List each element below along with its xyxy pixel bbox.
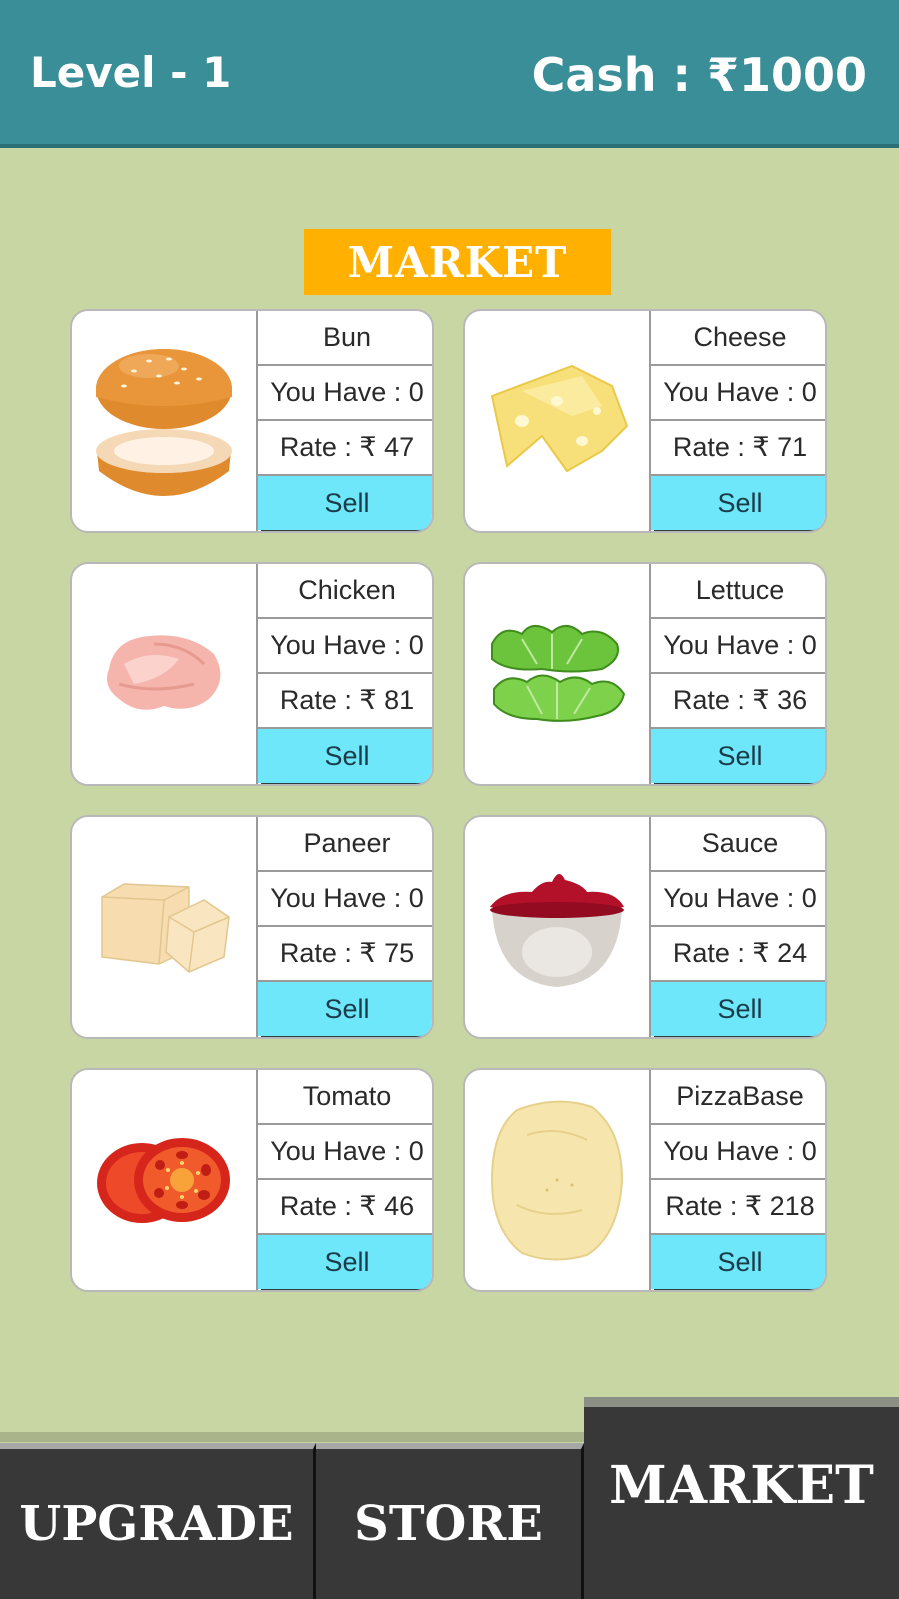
sell-button[interactable]: Sell: [651, 476, 825, 530]
tab-market[interactable]: MARKET: [584, 1397, 899, 1599]
market-item-chicken: Chicken You Have : 0 Rate : ₹ 81 Sell: [70, 562, 434, 786]
pizzabase-icon: [465, 1070, 649, 1290]
sell-button[interactable]: Sell: [651, 729, 825, 783]
item-name: Lettuce: [651, 564, 825, 619]
item-rate: Rate : ₹ 71: [651, 421, 825, 476]
market-item-sauce: Sauce You Have : 0 Rate : ₹ 24 Sell: [463, 815, 827, 1039]
item-rate: Rate : ₹ 218: [651, 1180, 825, 1235]
item-name: Paneer: [258, 817, 432, 872]
item-name: Bun: [258, 311, 432, 366]
level-label: Level - 1: [30, 48, 232, 97]
item-rate: Rate : ₹ 47: [258, 421, 432, 476]
market-item-tomato: Tomato You Have : 0 Rate : ₹ 46 Sell: [70, 1068, 434, 1292]
item-quantity: You Have : 0: [651, 872, 825, 927]
sell-button[interactable]: Sell: [258, 476, 432, 530]
sauce-icon: [465, 817, 649, 1037]
market-item-pizzabase: PizzaBase You Have : 0 Rate : ₹ 218 Sell: [463, 1068, 827, 1292]
tab-store[interactable]: STORE: [316, 1443, 584, 1599]
chicken-icon: [72, 564, 256, 784]
item-rate: Rate : ₹ 24: [651, 927, 825, 982]
market-item-lettuce: Lettuce You Have : 0 Rate : ₹ 36 Sell: [463, 562, 827, 786]
market-title: MARKET: [304, 229, 611, 295]
sell-button[interactable]: Sell: [651, 1235, 825, 1289]
paneer-icon: [72, 817, 256, 1037]
item-rate: Rate : ₹ 75: [258, 927, 432, 982]
bun-icon: [72, 311, 256, 531]
market-item-bun: Bun You Have : 0 Rate : ₹ 47 Sell: [70, 309, 434, 533]
item-rate: Rate : ₹ 81: [258, 674, 432, 729]
item-quantity: You Have : 0: [651, 1125, 825, 1180]
top-bar: Level - 1 Cash : ₹1000: [0, 0, 899, 148]
item-rate: Rate : ₹ 36: [651, 674, 825, 729]
item-name: Tomato: [258, 1070, 432, 1125]
cash-label: Cash : ₹1000: [531, 48, 867, 102]
tomato-icon: [72, 1070, 256, 1290]
lettuce-icon: [465, 564, 649, 784]
sell-button[interactable]: Sell: [651, 982, 825, 1036]
item-quantity: You Have : 0: [258, 619, 432, 674]
item-quantity: You Have : 0: [258, 366, 432, 421]
item-name: Cheese: [651, 311, 825, 366]
item-quantity: You Have : 0: [651, 619, 825, 674]
item-name: Chicken: [258, 564, 432, 619]
item-name: Sauce: [651, 817, 825, 872]
sell-button[interactable]: Sell: [258, 1235, 432, 1289]
tab-upgrade[interactable]: UPGRADE: [0, 1443, 316, 1599]
item-quantity: You Have : 0: [651, 366, 825, 421]
item-rate: Rate : ₹ 46: [258, 1180, 432, 1235]
bottom-nav: UPGRADE STORE MARKET: [0, 1397, 899, 1599]
sell-button[interactable]: Sell: [258, 729, 432, 783]
item-quantity: You Have : 0: [258, 1125, 432, 1180]
cheese-icon: [465, 311, 649, 531]
sell-button[interactable]: Sell: [258, 982, 432, 1036]
item-quantity: You Have : 0: [258, 872, 432, 927]
market-item-paneer: Paneer You Have : 0 Rate : ₹ 75 Sell: [70, 815, 434, 1039]
market-item-cheese: Cheese You Have : 0 Rate : ₹ 71 Sell: [463, 309, 827, 533]
item-name: PizzaBase: [651, 1070, 825, 1125]
